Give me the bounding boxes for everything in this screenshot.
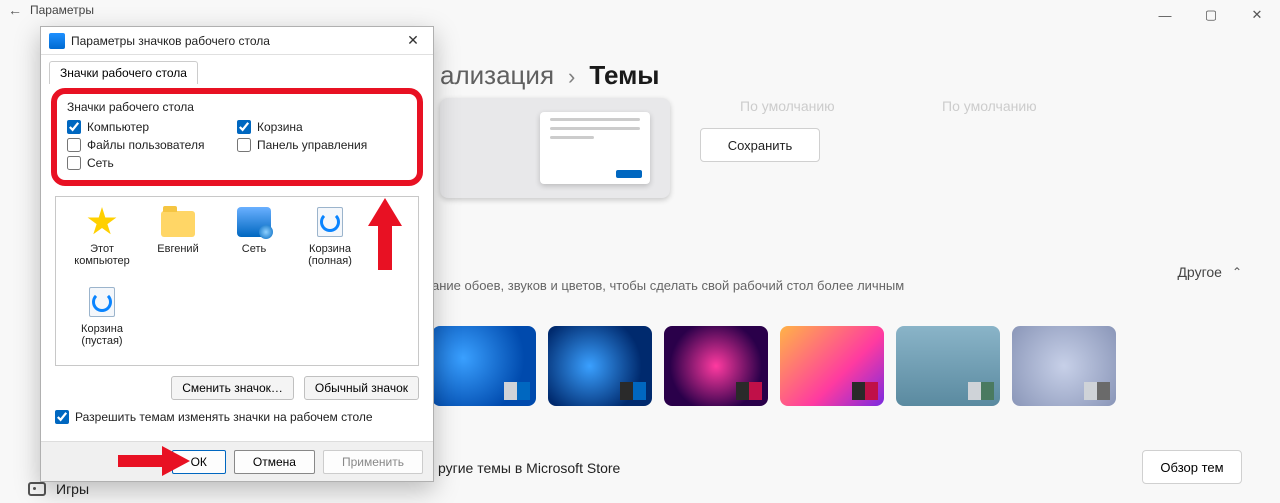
checkbox-control-panel[interactable]: Панель управления bbox=[237, 138, 407, 152]
desktop-icons-dialog: Параметры значков рабочего стола ✕ Значк… bbox=[40, 26, 434, 482]
breadcrumb-current: Темы bbox=[589, 60, 659, 91]
icon-recycle-full-label: Корзина (полная) bbox=[292, 243, 368, 267]
minimize-button[interactable]: — bbox=[1142, 0, 1188, 30]
change-icon-button[interactable]: Сменить значок… bbox=[171, 376, 294, 400]
icon-user-folder-label: Евгений bbox=[157, 243, 198, 255]
breadcrumb-separator: › bbox=[568, 64, 575, 90]
checkbox-control-panel-input[interactable] bbox=[237, 138, 251, 152]
allow-themes-label: Разрешить темам изменять значки на рабоч… bbox=[75, 410, 373, 424]
theme-thumb-1[interactable] bbox=[432, 326, 536, 406]
icon-this-pc-label: Этот компьютер bbox=[64, 243, 140, 267]
maximize-button[interactable]: ▢ bbox=[1188, 0, 1234, 30]
default-icon-button[interactable]: Обычный значок bbox=[304, 376, 419, 400]
icon-preview-list[interactable]: Этот компьютер Евгений Сеть Корзина (пол… bbox=[55, 196, 419, 366]
ghost-label-1: По умолчанию bbox=[740, 98, 835, 114]
close-button[interactable]: ✕ bbox=[1234, 0, 1280, 30]
checkbox-user-files-input[interactable] bbox=[67, 138, 81, 152]
checkbox-recycle-bin[interactable]: Корзина bbox=[237, 120, 407, 134]
checkbox-recycle-bin-label: Корзина bbox=[257, 120, 303, 134]
checkbox-user-files[interactable]: Файлы пользователя bbox=[67, 138, 237, 152]
other-label: Другое bbox=[1177, 264, 1221, 280]
icon-recycle-full[interactable]: Корзина (полная) bbox=[292, 205, 368, 285]
theme-thumb-5[interactable] bbox=[896, 326, 1000, 406]
checkbox-user-files-label: Файлы пользователя bbox=[87, 138, 204, 152]
checkbox-control-panel-label: Панель управления bbox=[257, 138, 367, 152]
checkbox-computer[interactable]: Компьютер bbox=[67, 120, 237, 134]
store-line: ругие темы в Microsoft Store bbox=[438, 460, 620, 476]
themes-row bbox=[432, 326, 1116, 406]
chevron-up-icon: ⌃ bbox=[1232, 265, 1242, 279]
cancel-button[interactable]: Отмена bbox=[234, 450, 315, 474]
save-button[interactable]: Сохранить bbox=[700, 128, 820, 162]
tab-desktop-icons[interactable]: Значки рабочего стола bbox=[49, 61, 198, 84]
dialog-close-button[interactable]: ✕ bbox=[401, 32, 425, 49]
theme-thumb-4[interactable] bbox=[780, 326, 884, 406]
browse-themes-button[interactable]: Обзор тем bbox=[1142, 450, 1242, 484]
breadcrumb-parent[interactable]: ализация bbox=[440, 60, 554, 91]
theme-thumb-3[interactable] bbox=[664, 326, 768, 406]
sidebar-item-games[interactable]: Игры bbox=[28, 481, 89, 497]
theme-thumb-6[interactable] bbox=[1012, 326, 1116, 406]
checkbox-computer-label: Компьютер bbox=[87, 120, 149, 134]
back-button[interactable]: ← bbox=[8, 2, 22, 18]
dialog-footer: ОК Отмена Применить bbox=[41, 441, 433, 481]
icon-recycle-empty-label: Корзина (пустая) bbox=[64, 323, 140, 347]
icon-user-folder[interactable]: Евгений bbox=[140, 205, 216, 285]
icon-recycle-empty[interactable]: Корзина (пустая) bbox=[64, 285, 140, 365]
icon-this-pc[interactable]: Этот компьютер bbox=[64, 205, 140, 285]
dialog-title: Параметры значков рабочего стола bbox=[71, 34, 395, 48]
titlebar: ← Параметры bbox=[0, 0, 1280, 20]
apply-button[interactable]: Применить bbox=[323, 450, 423, 474]
other-expander[interactable]: Другое ⌃ bbox=[1177, 264, 1242, 280]
theme-thumb-2[interactable] bbox=[548, 326, 652, 406]
checkbox-network-input[interactable] bbox=[67, 156, 81, 170]
dialog-titlebar: Параметры значков рабочего стола ✕ bbox=[41, 27, 433, 55]
dialog-icon bbox=[49, 33, 65, 49]
checkbox-computer-input[interactable] bbox=[67, 120, 81, 134]
checkbox-network[interactable]: Сеть bbox=[67, 156, 237, 170]
group-legend: Значки рабочего стола bbox=[67, 100, 407, 114]
icon-network[interactable]: Сеть bbox=[216, 205, 292, 285]
description-text: ание обоев, звуков и цветов, чтобы сдела… bbox=[432, 278, 904, 293]
highlight-box: Значки рабочего стола Компьютер Корзина … bbox=[51, 88, 423, 186]
gamepad-icon bbox=[28, 482, 46, 496]
allow-themes-checkbox-input[interactable] bbox=[55, 410, 69, 424]
theme-preview bbox=[440, 98, 670, 198]
checkbox-recycle-bin-input[interactable] bbox=[237, 120, 251, 134]
ok-button[interactable]: ОК bbox=[172, 450, 226, 474]
window-controls: — ▢ ✕ bbox=[1142, 0, 1280, 30]
breadcrumb: ализация › Темы bbox=[440, 60, 660, 91]
icon-network-label: Сеть bbox=[242, 243, 266, 255]
checkbox-network-label: Сеть bbox=[87, 156, 114, 170]
dialog-tabs: Значки рабочего стола bbox=[41, 55, 433, 84]
sidebar-item-label: Игры bbox=[56, 481, 89, 497]
window-title: Параметры bbox=[30, 3, 94, 17]
allow-themes-checkbox[interactable]: Разрешить темам изменять значки на рабоч… bbox=[55, 410, 419, 424]
ghost-label-2: По умолчанию bbox=[942, 98, 1037, 114]
